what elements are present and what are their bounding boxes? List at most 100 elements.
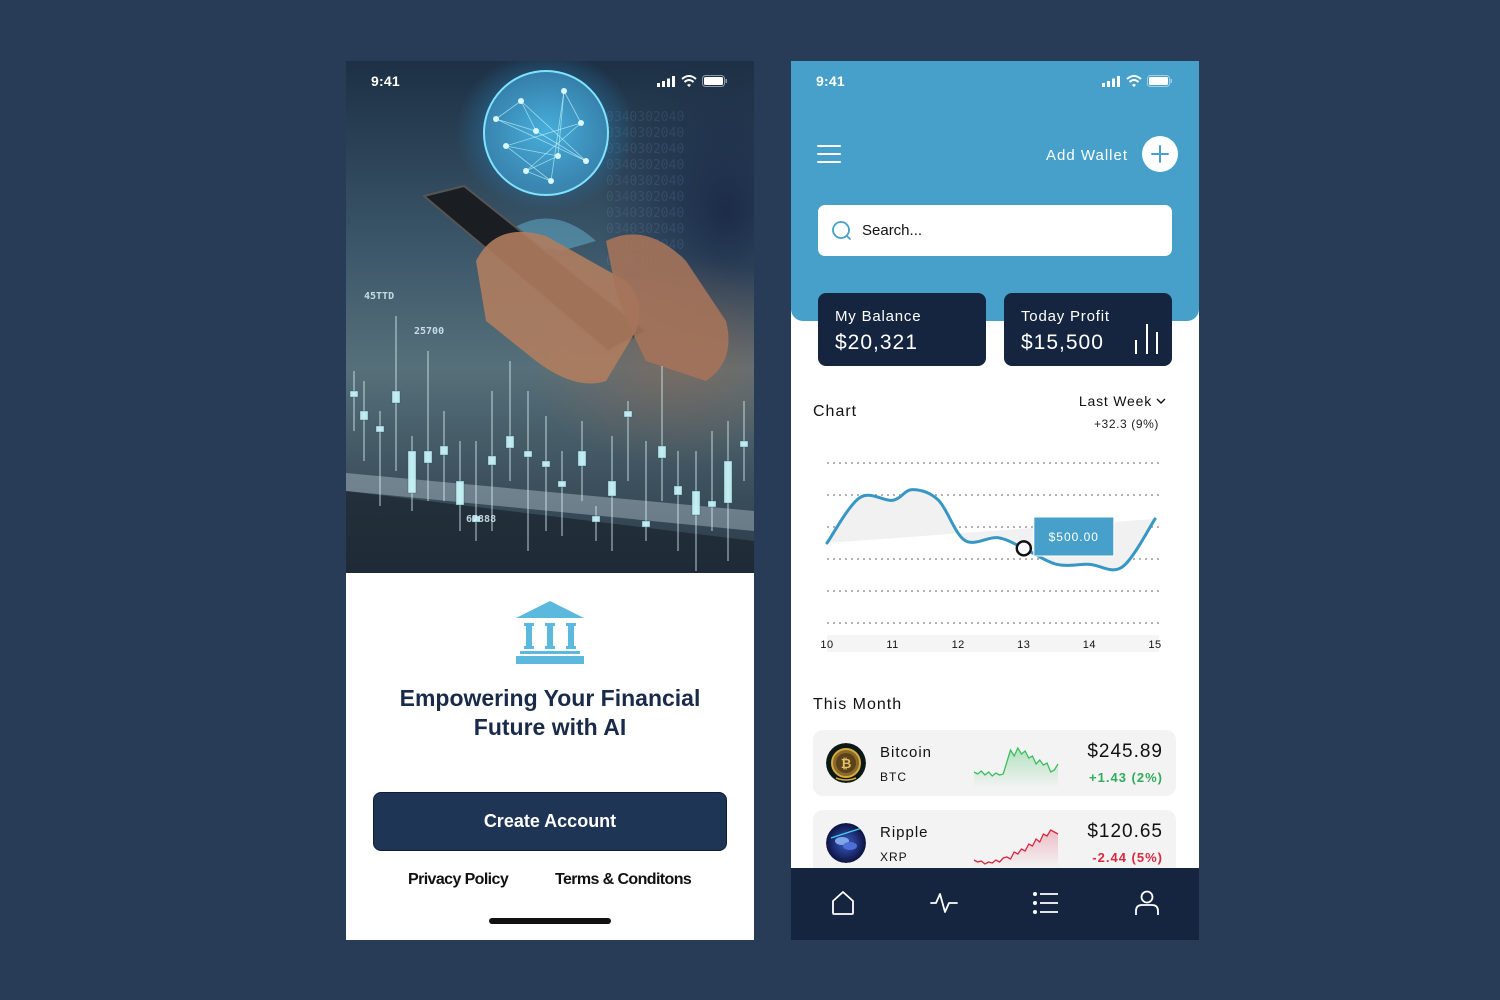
add-wallet-button[interactable] [1142,136,1178,172]
line-chart[interactable]: $500.00 10 11 12 13 14 15 [813,451,1163,721]
x-tick-label: 10 [820,639,833,651]
coin-row-ripple[interactable]: Ripple XRP $120.65 -2.44 (5%) [813,810,1176,876]
candlestick [641,441,651,541]
search-input[interactable] [862,222,1142,239]
signal-icon [657,75,675,87]
menu-icon [817,153,841,155]
signal-icon [1102,75,1120,87]
x-tick-label: 14 [1083,639,1096,651]
candlestick [577,421,587,501]
hero-image: 0340302040 0340302040 0340302040 0340302040… [346,61,754,573]
highlight-marker [1015,540,1033,557]
period-label: Last Week [1078,393,1152,409]
coin-name: Ripple [880,824,929,841]
nav-list[interactable] [1031,888,1061,918]
onboarding-screen: 0340302040 0340302040 0340302040 0340302040… [346,61,754,940]
menu-button[interactable] [817,145,841,163]
x-tick-label: 13 [1017,639,1030,651]
coin-row-bitcoin[interactable]: ₿ Bitcoin BTC $245.89 +1.43 (2%) [813,730,1176,796]
list-icon [1033,892,1058,914]
coin-name: Bitcoin [880,744,933,761]
plus-icon [1151,145,1169,163]
x-tick-label: 15 [1148,639,1161,651]
status-bar: 9:41 [346,61,754,105]
x-tick-label: 11 [886,639,898,651]
candlestick [739,401,749,481]
digit-texture: 0340302040 [606,126,684,141]
menu-icon [817,161,841,163]
hand [606,234,729,381]
bar-chart-icon [1135,324,1158,354]
battery-icon [702,75,727,87]
activity-icon [930,893,958,913]
home-indicator [489,918,611,924]
sparkline-ripple [973,829,1059,868]
wifi-icon [1126,75,1142,87]
chart-title: Chart [813,403,858,420]
bottom-nav [791,868,1199,940]
candlestick [623,401,633,481]
digit-texture: 0340302040 [606,190,684,205]
digit-texture: 0340302040 [606,142,684,157]
candlestick [657,366,667,501]
sparkline-fill [974,748,1058,788]
candlestick [349,371,359,431]
coin-change-positive: +1.43 (2%) [1089,770,1163,785]
nav-activity[interactable] [929,888,959,918]
balance-value: $20,321 [835,331,918,354]
section-title: This Month [813,696,903,713]
coin-price: $245.89 [1087,741,1163,762]
footer-links: Privacy Policy Terms & Conditons [346,871,754,895]
digit-texture: 0340302040 [606,158,684,173]
dashboard-screen: 9:41 Add Wallet My Balance $20,321 Today… [791,61,1199,940]
wifi-icon [681,75,697,87]
hero-illustration: 0340302040034030204003403020400340302040… [346,70,754,573]
candlestick [541,416,551,531]
period-dropdown[interactable]: Last Week [1079,393,1166,409]
sparkline-bitcoin [973,746,1059,788]
hero-number: 45TTD [364,291,395,302]
candlestick [423,351,433,501]
balance-label: My Balance [835,308,922,325]
x-tick-label: 12 [952,639,965,651]
hero-number: 67888 [466,514,497,525]
candlestick [391,316,401,471]
privacy-policy-link[interactable]: Privacy Policy [408,871,509,889]
tooltip: $500.00 [1033,516,1115,557]
add-wallet-label[interactable]: Add Wallet [1046,147,1128,164]
period-change: +32.3 (9%) [1093,417,1159,431]
bitcoin-logo: ₿ [826,743,866,783]
digit-texture: 0340302040 [606,206,684,221]
coin-symbol: XRP [880,850,908,864]
battery-icon [1147,75,1172,87]
digit-texture: 0340302040 [606,222,684,237]
create-account-button[interactable]: Create Account [373,792,727,851]
svg-text:₿: ₿ [841,757,852,772]
menu-icon [817,145,841,147]
x-axis-band [827,635,1159,652]
nav-home[interactable] [828,888,858,918]
terms-link[interactable]: Terms & Conditons [555,871,692,889]
coin-price: $120.65 [1087,821,1163,842]
status-time: 9:41 [371,73,400,89]
bank-icon [516,601,584,664]
candlestick [359,381,369,461]
ripple-logo [826,823,866,863]
coin-symbol: BTC [880,770,907,784]
balance-card[interactable]: My Balance $20,321 [818,293,986,366]
candlestick [505,361,515,481]
hero-number: 25700 [414,326,445,337]
home-icon [832,891,854,915]
search-bar[interactable] [818,205,1172,256]
digit-texture: 0340302040 [606,110,684,125]
nav-profile[interactable] [1132,888,1162,918]
tooltip-label: $500.00 [1049,530,1099,544]
headline: Empowering Your Financial Future with AI [399,685,701,740]
digit-texture: 0340302040 [606,174,684,189]
status-time: 9:41 [816,73,845,89]
coin-change-negative: -2.44 (5%) [1092,850,1163,865]
profit-card[interactable]: Today Profit $15,500 [1004,293,1172,366]
profile-icon [1135,890,1159,915]
search-icon [832,220,851,240]
chevron-down-icon [1156,398,1166,404]
